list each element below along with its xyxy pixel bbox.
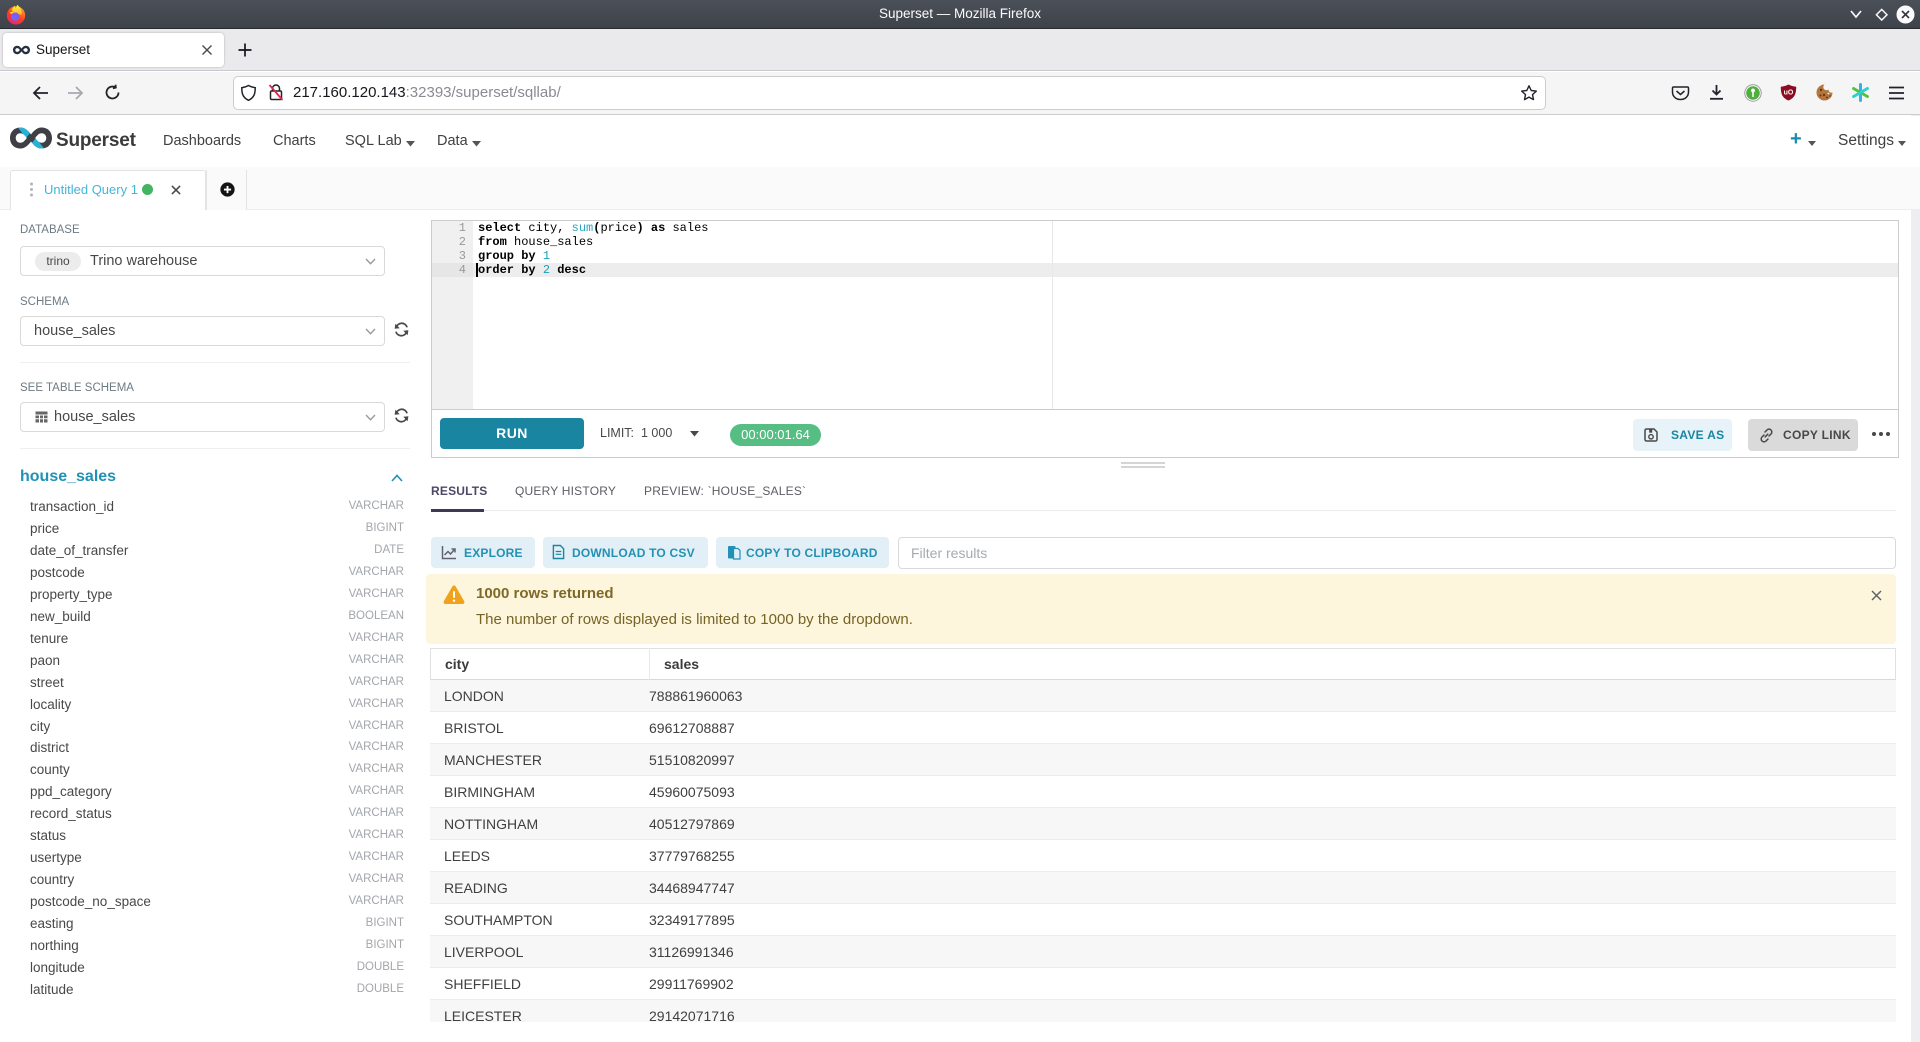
svg-text:uO: uO [1784,90,1794,97]
